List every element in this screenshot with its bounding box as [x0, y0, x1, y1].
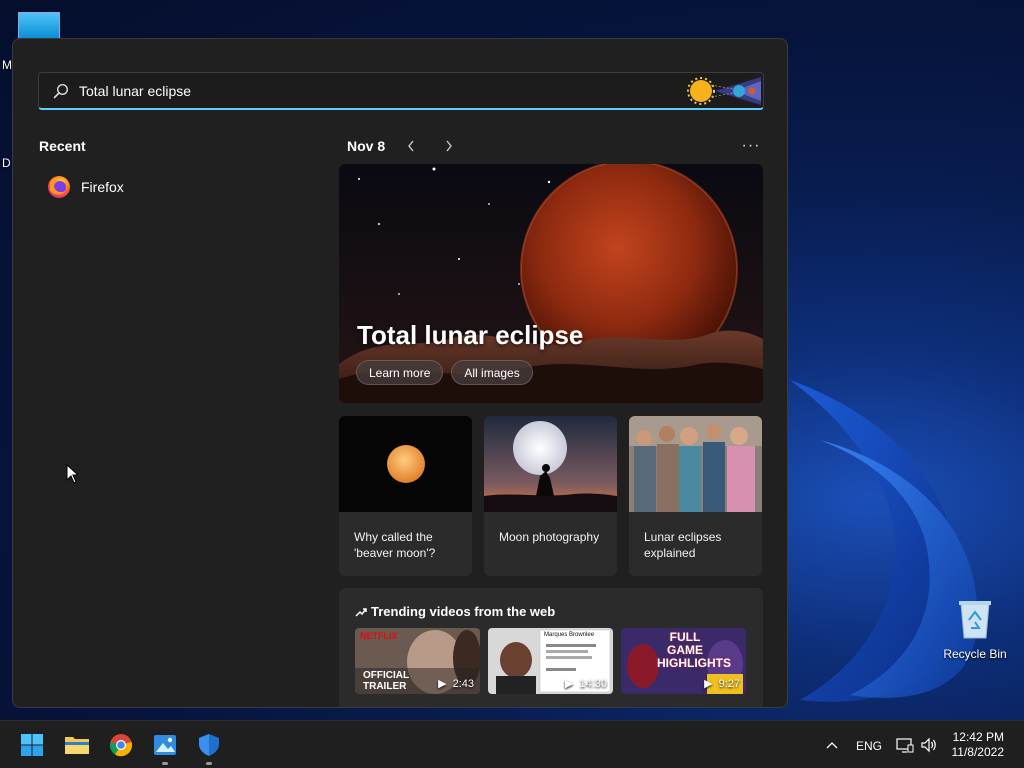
- network-status[interactable]: [892, 731, 918, 759]
- search-input[interactable]: [79, 82, 639, 99]
- card-caption: Lunar eclipses explained: [644, 530, 722, 560]
- video-duration: 9:27: [718, 677, 740, 690]
- video-overlay-text: FULL GAME HIGHLIGHTS: [657, 630, 731, 670]
- mouse-cursor-icon: [66, 464, 78, 484]
- recycle-bin-icon: [959, 601, 991, 639]
- trending-heading[interactable]: Trending videos from the web: [355, 604, 555, 619]
- language-indicator[interactable]: ENG: [856, 739, 882, 753]
- running-indicator: [206, 762, 212, 765]
- all-images-button[interactable]: All images: [451, 360, 533, 385]
- show-hidden-icons-button[interactable]: [820, 731, 844, 759]
- play-icon: ▶: [704, 678, 713, 690]
- search-box[interactable]: [38, 72, 764, 110]
- video-duration: 2:43: [452, 677, 474, 690]
- recent-item-firefox[interactable]: Firefox: [39, 171, 299, 203]
- taskbar-file-explorer[interactable]: [63, 731, 91, 759]
- recycle-bin-label: Recycle Bin: [943, 647, 1007, 661]
- chevron-up-icon: [826, 742, 838, 749]
- card-beaver-moon[interactable]: Why called the 'beaver moon'?: [339, 416, 472, 576]
- video-overlay-text: OFFICIAL TRAILER: [363, 670, 409, 692]
- recent-heading: Recent: [39, 138, 86, 154]
- netflix-brand-label: NETFLIX: [360, 631, 398, 641]
- folder-icon: [65, 737, 89, 754]
- next-button[interactable]: [437, 135, 461, 157]
- lunar-eclipse-doodle-icon[interactable]: [685, 75, 763, 107]
- running-indicator: [162, 762, 168, 765]
- speaker-icon: [921, 737, 936, 753]
- trending-title: Trending videos from the web: [371, 604, 556, 619]
- more-options-button[interactable]: ···: [739, 137, 763, 155]
- taskbar-windows-security[interactable]: [195, 731, 223, 765]
- clock-date: 11/8/2022: [951, 745, 1005, 759]
- card-moon-photography[interactable]: Moon photography: [484, 416, 617, 576]
- card-caption: Moon photography: [499, 530, 600, 544]
- highlights-date: Nov 8: [347, 138, 386, 154]
- video-thumbnail[interactable]: FULL GAME HIGHLIGHTS ▶ 9:27: [621, 628, 746, 694]
- taskbar: ENG 12:42 PM 11/8/2022: [0, 720, 1024, 768]
- windows-logo-icon: [21, 734, 43, 756]
- card-lunar-eclipses-explained[interactable]: Lunar eclipses explained: [629, 416, 762, 576]
- highlights-header: Nov 8 ···: [347, 135, 763, 157]
- clock-time: 12:42 PM: [952, 730, 1004, 744]
- network-icon: [896, 738, 914, 753]
- video-thumbnail[interactable]: Marques Brownlee ▶ 14:30: [488, 628, 613, 694]
- play-icon: ▶: [565, 678, 574, 690]
- photos-icon: [154, 735, 176, 755]
- hero-card[interactable]: Total lunar eclipse Learn more All image…: [339, 164, 763, 403]
- trending-videos-section: Trending videos from the web NETFLIX OFF…: [339, 588, 763, 707]
- full-moon-thumbnail: [339, 416, 472, 512]
- moon-photographer-thumbnail: [484, 416, 617, 512]
- recycle-bin[interactable]: Recycle Bin: [942, 598, 1008, 661]
- trending-arrow-icon: [355, 607, 367, 617]
- card-caption: Why called the 'beaver moon'?: [354, 530, 436, 560]
- chevron-right-icon: [446, 140, 453, 152]
- clock[interactable]: 12:42 PM 11/8/2022: [952, 730, 1005, 760]
- taskbar-photos[interactable]: [151, 731, 179, 765]
- shield-icon: [199, 734, 219, 756]
- search-icon: [53, 83, 69, 98]
- taskbar-chrome[interactable]: [107, 731, 135, 759]
- desktop-label-partial: D: [2, 156, 11, 170]
- start-button[interactable]: [18, 731, 46, 759]
- play-icon: ▶: [438, 678, 447, 690]
- recent-item-label: Firefox: [81, 179, 124, 195]
- chevron-left-icon: [408, 140, 414, 152]
- wallpaper-bloom: [790, 380, 978, 702]
- crowd-looking-up-thumbnail: [629, 416, 762, 512]
- learn-more-button[interactable]: Learn more: [356, 360, 444, 385]
- prev-button[interactable]: [399, 135, 423, 157]
- video-thumbnail[interactable]: NETFLIX OFFICIAL TRAILER ▶ 2:43: [355, 628, 480, 694]
- firefox-icon: [48, 176, 70, 198]
- desktop-label-partial: M: [2, 58, 12, 72]
- video-duration: 14:30: [579, 677, 607, 690]
- search-panel: Recent Firefox Nov 8 ···: [12, 38, 788, 708]
- hero-title: Total lunar eclipse: [357, 320, 584, 350]
- video-overlay-text: Marques Brownlee: [544, 632, 595, 638]
- chrome-icon: [109, 734, 133, 757]
- volume-status[interactable]: [918, 731, 940, 759]
